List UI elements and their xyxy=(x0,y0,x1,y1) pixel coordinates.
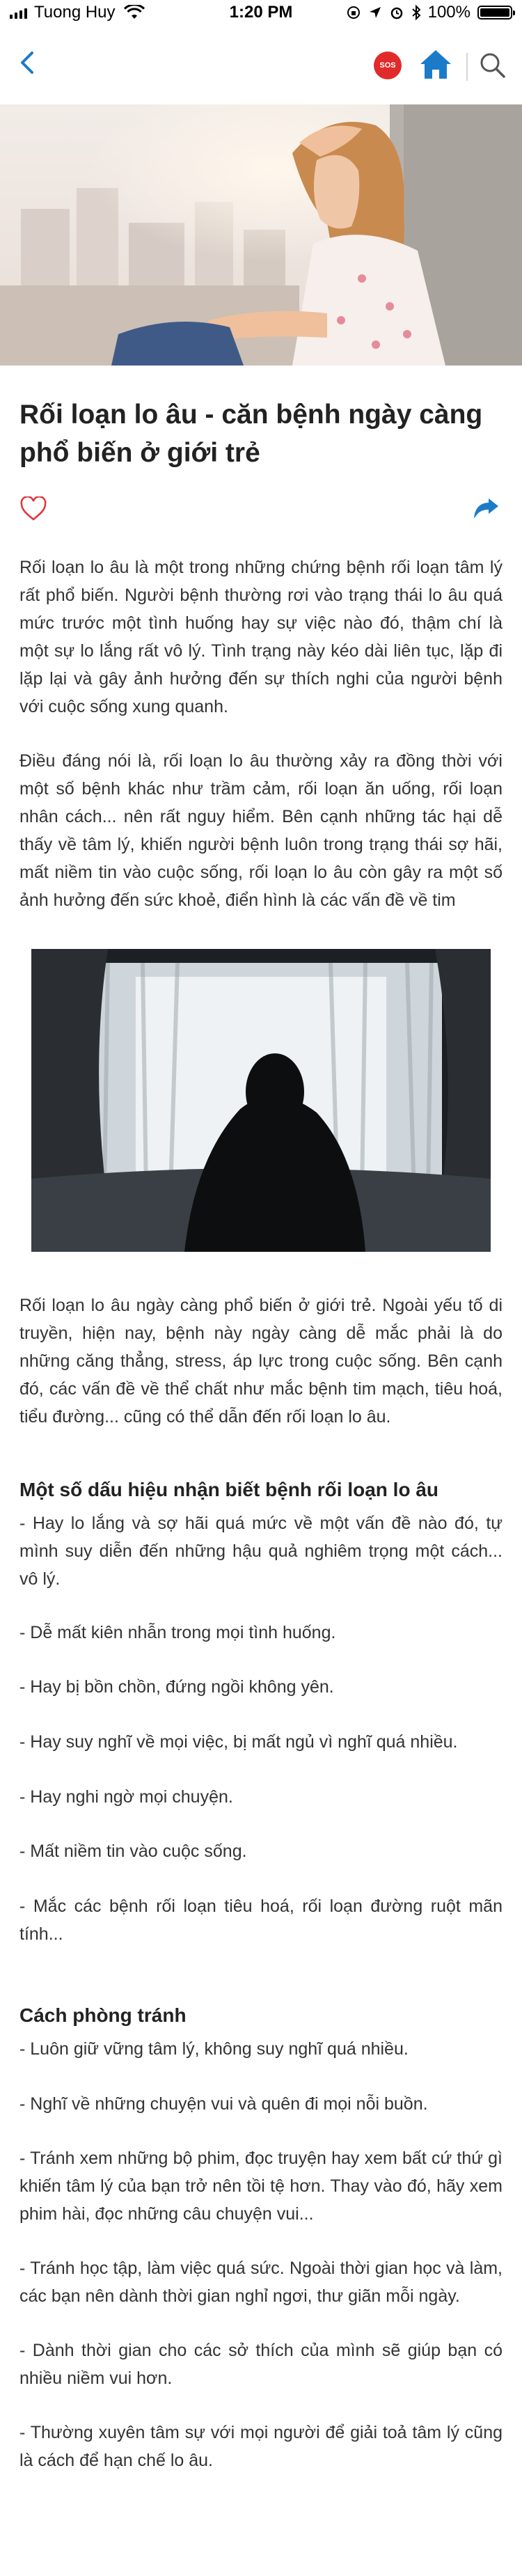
section-heading-signs: Một số dấu hiệu nhận biết bệnh rối loạn … xyxy=(19,1479,438,1500)
sos-label: SOS xyxy=(379,61,396,70)
share-icon[interactable] xyxy=(472,496,500,521)
bluetooth-icon xyxy=(411,5,421,20)
top-nav-bar: SOS xyxy=(0,28,522,104)
intro-paragraph: Điều đáng nói là, rối loạn lo âu thường … xyxy=(19,751,503,910)
section-heading-prevention: Cách phòng tránh xyxy=(19,2004,187,2026)
prevention-item: - Tránh học tập, làm việc quá sức. Ngoài… xyxy=(19,2259,503,2306)
sign-item: - Dễ mất kiên nhẫn trong mọi tình huống. xyxy=(19,1623,336,1642)
article-title: Rối loạn lo âu - căn bệnh ngày càng phổ … xyxy=(19,400,483,468)
article-inline-image xyxy=(31,949,491,1252)
sign-item: - Hay nghi ngờ mọi chuyện. xyxy=(19,1787,233,1807)
sign-item: - Mắc các bệnh rối loạn tiêu hoá, rối lo… xyxy=(19,1896,503,1944)
screen-lock-icon xyxy=(347,6,360,19)
sign-item: - Hay lo lắng và sợ hãi quá mức về một v… xyxy=(19,1514,503,1589)
prevention-item: - Nghĩ về những chuyện vui và quên đi mọ… xyxy=(19,2094,428,2114)
alarm-icon xyxy=(390,7,402,19)
article-hero-image xyxy=(0,104,522,366)
sign-item: - Hay bị bồn chồn, đứng ngồi không yên. xyxy=(19,1677,334,1697)
battery-icon xyxy=(477,6,515,19)
intro-paragraph: Rối loạn lo âu là một trong những chứng … xyxy=(19,558,503,716)
intro-paragraph: Rối loạn lo âu ngày càng phổ biến ở giới… xyxy=(19,1296,503,1427)
status-bar: Tuong Huy 1:20 PM 100% xyxy=(0,0,522,28)
back-chevron-icon[interactable] xyxy=(7,42,49,84)
heart-icon[interactable] xyxy=(19,496,47,521)
sign-item: - Hay suy nghĩ về mọi việc, bị mất ngủ v… xyxy=(19,1732,458,1752)
nav-divider xyxy=(466,53,468,81)
home-icon[interactable] xyxy=(418,47,454,81)
prevention-item: - Luôn giữ vững tâm lý, không suy nghĩ q… xyxy=(19,2039,409,2059)
location-icon xyxy=(369,7,381,18)
prevention-item: - Thường xuyên tâm sự với mọi người để g… xyxy=(19,2423,503,2470)
status-right: 100% xyxy=(346,3,515,22)
search-icon[interactable] xyxy=(476,49,509,82)
battery-percentage: 100% xyxy=(427,3,470,22)
prevention-item: - Dành thời gian cho các sở thích của mì… xyxy=(19,2341,503,2388)
sign-item: - Mất niềm tin vào cuộc sống. xyxy=(19,1841,247,1861)
sos-button[interactable]: SOS xyxy=(374,52,402,79)
prevention-item: - Tránh xem những bộ phim, đọc truyện ha… xyxy=(19,2149,503,2224)
